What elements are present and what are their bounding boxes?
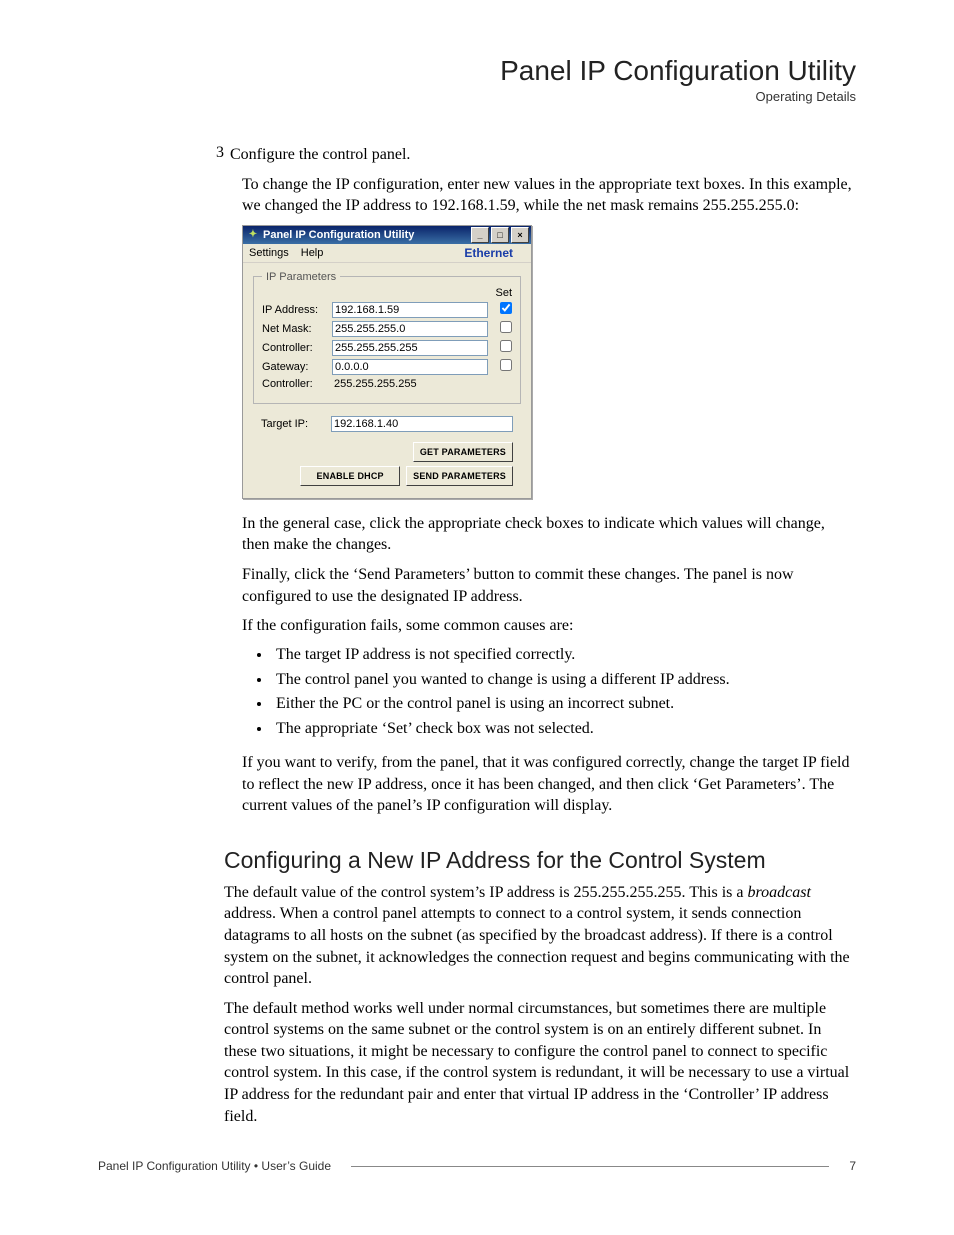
controller-input[interactable] [332,340,488,356]
fail-reasons-list: The target IP address is not specified c… [224,643,856,742]
paragraph-fail-intro: If the configuration fails, some common … [242,615,856,637]
enable-dhcp-button[interactable]: ENABLE DHCP [300,466,400,486]
fail-reason-item: The target IP address is not specified c… [272,643,856,668]
menu-help[interactable]: Help [301,247,324,259]
gateway-label: Gateway: [262,361,332,373]
footer-rule [351,1166,829,1167]
ip-parameters-group: IP Parameters Set IP Address: Net Mask: … [253,271,521,404]
section2-p1b: address. When a control panel attempts t… [224,905,850,987]
gateway-input[interactable] [332,359,488,375]
paragraph-verify: If you want to verify, from the panel, t… [242,752,856,817]
target-ip-input[interactable] [331,416,513,432]
send-parameters-button[interactable]: SEND PARAMETERS [406,466,513,486]
menu-settings[interactable]: Settings [249,247,289,259]
ethernet-label: Ethernet [464,246,513,260]
maximize-button[interactable]: □ [491,227,509,243]
ip-address-label: IP Address: [262,304,332,316]
paragraph-send-parameters: Finally, click the ‘Send Parameters’ but… [242,564,856,607]
footer-doc-title: Panel IP Configuration Utility [98,1159,251,1173]
target-ip-label: Target IP: [261,418,331,430]
fail-reason-item: Either the PC or the control panel is us… [272,692,856,717]
fail-reason-item: The appropriate ‘Set’ check box was not … [272,717,856,742]
ip-address-input[interactable] [332,302,488,318]
titlebar: ✦ Panel IP Configuration Utility _ □ × [243,226,531,244]
page-title: Panel IP Configuration Utility [0,55,856,87]
paragraph-general-case: In the general case, click the appropria… [242,513,856,556]
menubar: Settings Help Ethernet [243,244,531,263]
app-icon: ✦ [247,229,259,241]
ip-parameters-legend: IP Parameters [262,271,340,283]
ip-address-set-checkbox[interactable] [500,302,512,314]
controller-readonly-label: Controller: [262,378,332,390]
section2-p1a: The default value of the control system’… [224,884,747,901]
page-subtitle: Operating Details [0,89,856,104]
step-text: Configure the control panel. [230,144,410,166]
footer-doc-subtitle: User’s Guide [261,1159,331,1173]
page-footer: Panel IP Configuration Utility • User’s … [98,1159,856,1173]
gateway-set-checkbox[interactable] [500,359,512,371]
net-mask-input[interactable] [332,321,488,337]
intro-paragraph: To change the IP configuration, enter ne… [242,174,856,217]
section2-p1-em: broadcast [747,884,810,901]
net-mask-label: Net Mask: [262,323,332,335]
minimize-button[interactable]: _ [471,227,489,243]
controller-set-checkbox[interactable] [500,340,512,352]
app-window: ✦ Panel IP Configuration Utility _ □ × S… [242,225,532,499]
net-mask-set-checkbox[interactable] [500,321,512,333]
step-number: 3 [206,144,230,170]
footer-page-number: 7 [849,1159,856,1173]
controller-label: Controller: [262,342,332,354]
section2-p2: The default method works well under norm… [224,998,856,1128]
controller-readonly-value: 255.255.255.255 [332,378,488,390]
get-parameters-button[interactable]: GET PARAMETERS [413,442,513,462]
footer-bullet: • [254,1159,258,1173]
fail-reason-item: The control panel you wanted to change i… [272,668,856,693]
section2-p1: The default value of the control system’… [224,882,856,990]
section-heading: Configuring a New IP Address for the Con… [224,847,856,874]
set-column-header: Set [262,287,512,299]
titlebar-text: Panel IP Configuration Utility [263,229,414,241]
close-button[interactable]: × [511,227,529,243]
